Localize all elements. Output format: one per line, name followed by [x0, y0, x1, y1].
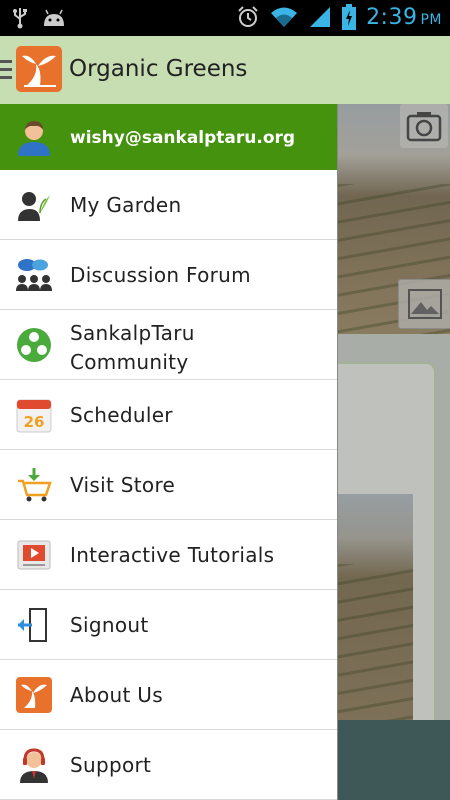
- android-icon: [44, 9, 64, 26]
- cart-icon: [18, 468, 52, 502]
- app-title: Organic Greens: [69, 56, 248, 82]
- menu-label: My Garden: [70, 193, 182, 217]
- menu-icon[interactable]: [0, 60, 12, 80]
- alarm-icon: [238, 6, 258, 27]
- menu-item-my-garden[interactable]: My Garden: [0, 170, 337, 240]
- calendar-icon: 26: [16, 399, 52, 433]
- menu-label: Interactive Tutorials: [70, 543, 275, 567]
- menu-item-support[interactable]: Support: [0, 730, 337, 800]
- background-content: [338, 104, 450, 800]
- menu-item-scheduler[interactable]: 26 Scheduler: [0, 380, 337, 450]
- battery-icon: [342, 4, 357, 30]
- navigation-drawer: wishy@sankalptaru.org My Garden Discussi…: [0, 104, 338, 800]
- menu-item-signout[interactable]: Signout: [0, 590, 337, 660]
- menu-label: Signout: [70, 613, 149, 637]
- menu-item-interactive-tutorials[interactable]: Interactive Tutorials: [0, 520, 337, 590]
- menu-item-community[interactable]: SankalpTaru Community: [0, 310, 337, 380]
- support-icon: [20, 748, 48, 783]
- svg-text:26: 26: [24, 413, 45, 431]
- menu-item-discussion-forum[interactable]: Discussion Forum: [0, 240, 337, 310]
- menu-item-visit-store[interactable]: Visit Store: [0, 450, 337, 520]
- menu-label: Discussion Forum: [70, 263, 251, 287]
- gardener-icon: [18, 192, 50, 221]
- account-header[interactable]: wishy@sankalptaru.org: [0, 104, 337, 170]
- account-email: wishy@sankalptaru.org: [70, 128, 296, 148]
- menu-label: Support: [70, 753, 152, 777]
- signal-icon: [310, 7, 331, 27]
- logo-icon: [16, 677, 52, 713]
- menu-label: SankalpTaru Community: [70, 321, 195, 374]
- app-bar: Organic Greens: [0, 36, 450, 104]
- signout-icon: [18, 608, 47, 642]
- menu-label: About Us: [70, 683, 163, 707]
- wifi-icon: [271, 7, 298, 27]
- forum-icon: [16, 259, 52, 291]
- status-bar: 2:39 PM: [0, 0, 450, 36]
- menu-label: Scheduler: [70, 403, 173, 427]
- menu-label: Visit Store: [70, 473, 176, 497]
- video-icon: [17, 540, 51, 570]
- app-logo[interactable]: [16, 46, 62, 92]
- clock: 2:39 PM: [366, 4, 442, 30]
- menu-item-about-us[interactable]: About Us: [0, 660, 337, 730]
- avatar-icon: [18, 121, 50, 156]
- usb-icon: [13, 8, 27, 29]
- community-icon: [17, 328, 51, 362]
